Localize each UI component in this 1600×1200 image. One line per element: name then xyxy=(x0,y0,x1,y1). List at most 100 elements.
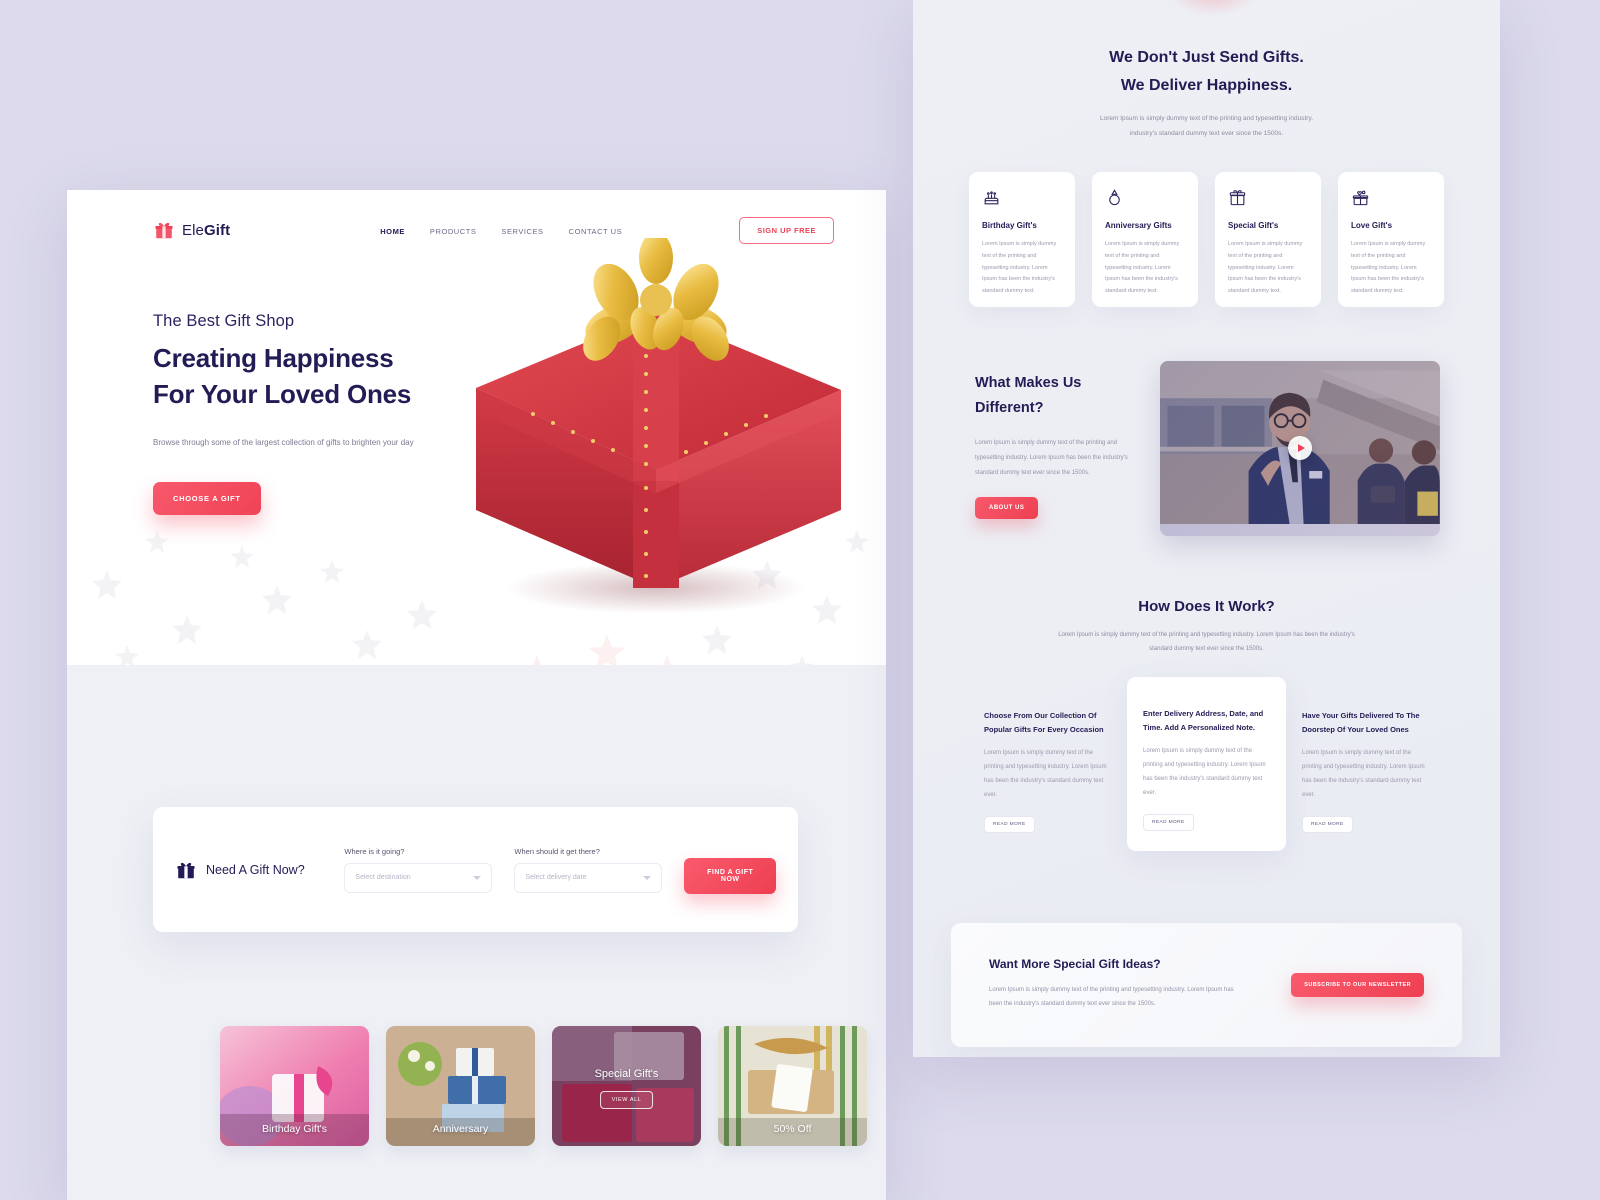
gift-search-bar: Need A Gift Now? Where is it going? Sele… xyxy=(153,807,798,932)
find-a-gift-now-button[interactable]: FIND A GIFT NOW xyxy=(684,858,776,894)
feature-card-birthday[interactable]: Birthday Gift's Lorem Ipsum is simply du… xyxy=(969,171,1075,307)
feature-body: Lorem Ipsum is simply dummy text of the … xyxy=(1351,240,1426,295)
play-button[interactable] xyxy=(1288,436,1313,461)
delivery-date-label: When should it get there? xyxy=(514,846,600,856)
section-lead-line-2: industry's standard dummy text ever sinc… xyxy=(1129,129,1284,137)
hero-subtitle: Browse through some of the largest colle… xyxy=(153,438,414,448)
step-card-delivered: Have Your Gifts Delivered To The Doorste… xyxy=(1286,693,1445,851)
delivery-date-select[interactable]: Select delivery date xyxy=(514,862,663,893)
category-label: Anniversary xyxy=(432,1123,489,1135)
how-it-works-title: How Does It Work? xyxy=(1138,597,1275,615)
step-card-delivery-details: Enter Delivery Address, Date, and Time. … xyxy=(1127,676,1286,851)
brand-logo[interactable]: EleGift xyxy=(153,219,230,241)
delivery-date-field: When should it get there? Select deliver… xyxy=(514,846,663,893)
step-card-choose: Choose From Our Collection Of Popular Gi… xyxy=(968,693,1127,851)
category-tiles: Birthday Gift's Anniversary Special Gift… xyxy=(220,1026,867,1146)
what-makes-us-different-section: What Makes Us Different? Lorem Ipsum is … xyxy=(913,360,1500,536)
nav-link-contact-us[interactable]: CONTACT US xyxy=(569,225,623,236)
step-title: Have Your Gifts Delivered To The Doorste… xyxy=(1302,710,1420,734)
birthday-cake-icon xyxy=(982,188,1062,212)
top-navigation: EleGift HOME PRODUCTS SERVICES CONTACT U… xyxy=(67,190,886,252)
special-gifts-thumbnail xyxy=(552,1026,701,1146)
destination-label: Where is it going? xyxy=(344,846,405,856)
about-us-button[interactable]: ABOUT US xyxy=(975,496,1039,519)
section-title-line-2: We Deliver Happiness. xyxy=(1120,77,1293,94)
feature-body: Lorem Ipsum is simply dummy text of the … xyxy=(982,240,1057,295)
hero-title: Creating Happiness For Your Loved Ones xyxy=(153,341,483,412)
section-lead-line-1: Lorem Ipsum is simply dummy text of the … xyxy=(1099,115,1314,122)
about-video-thumbnail[interactable] xyxy=(1160,360,1440,536)
sign-up-free-button[interactable]: SIGN UP FREE xyxy=(739,216,834,244)
feature-cards: Birthday Gift's Lorem Ipsum is simply du… xyxy=(913,171,1500,307)
newsletter-body: Lorem Ipsum is simply dummy text of the … xyxy=(989,987,1234,1008)
how-it-works-lead-line-1: Lorem Ipsum is simply dummy text of the … xyxy=(1058,631,1355,638)
long-page-mockup: We Don't Just Send Gifts. We Deliver Hap… xyxy=(913,0,1500,1057)
gift-icon xyxy=(153,219,175,241)
feature-body: Lorem Ipsum is simply dummy text of the … xyxy=(1228,240,1303,295)
screenshot-canvas: EleGift HOME PRODUCTS SERVICES CONTACT U… xyxy=(0,0,1600,1200)
category-tile-birthday[interactable]: Birthday Gift's xyxy=(220,1026,369,1146)
feature-card-anniversary[interactable]: Anniversary Gifts Lorem Ipsum is simply … xyxy=(1092,171,1198,307)
step-title: Enter Delivery Address, Date, and Time. … xyxy=(1143,708,1264,732)
feature-card-love[interactable]: Love Gift's Lorem Ipsum is simply dummy … xyxy=(1338,171,1444,307)
read-more-button[interactable]: READ MORE xyxy=(1302,815,1353,833)
nav-links: HOME PRODUCTS SERVICES CONTACT US xyxy=(380,225,622,236)
step-title: Choose From Our Collection Of Popular Gi… xyxy=(984,710,1104,734)
category-tile-anniversary[interactable]: Anniversary xyxy=(386,1026,535,1146)
page-footer: EleGift © Copyright 2020. Powered by WPD… xyxy=(913,1047,1500,1057)
hero-title-line-1: Creating Happiness xyxy=(153,343,394,373)
need-a-gift-label: Need A Gift Now? xyxy=(206,862,305,877)
how-it-works-lead: Lorem Ipsum is simply dummy text of the … xyxy=(913,628,1500,657)
category-label: 50% Off xyxy=(773,1123,812,1135)
delivery-date-placeholder: Select delivery date xyxy=(525,874,587,881)
feature-title: Love Gift's xyxy=(1351,220,1393,230)
feature-body: Lorem Ipsum is simply dummy text of the … xyxy=(1105,240,1180,295)
section-title-line-1: We Don't Just Send Gifts. xyxy=(1109,49,1304,66)
category-tile-discount[interactable]: 50% Off xyxy=(718,1026,867,1146)
category-label: Birthday Gift's xyxy=(261,1123,328,1135)
hero-copy: The Best Gift Shop Creating Happiness Fo… xyxy=(153,312,483,516)
destination-placeholder: Select destination xyxy=(355,874,411,881)
read-more-button[interactable]: READ MORE xyxy=(984,815,1035,833)
section-title-happiness: We Don't Just Send Gifts. We Deliver Hap… xyxy=(913,44,1500,100)
newsletter-banner: Want More Special Gift Ideas? Lorem Ipsu… xyxy=(951,922,1462,1047)
different-copy: What Makes Us Different? Lorem Ipsum is … xyxy=(975,361,1138,536)
play-icon xyxy=(1297,444,1305,453)
subscribe-newsletter-button[interactable]: SUBSCRIBE TO OUR NEWSLETTER xyxy=(1291,972,1424,997)
brand-name: EleGift xyxy=(182,222,230,239)
decorative-glow xyxy=(1168,0,1258,16)
feature-title: Birthday Gift's xyxy=(982,220,1037,230)
destination-select[interactable]: Select destination xyxy=(344,862,493,893)
nav-link-home[interactable]: HOME xyxy=(380,225,405,236)
ring-icon xyxy=(1105,188,1185,212)
different-title-line-2: Different? xyxy=(975,399,1044,416)
step-body: Lorem Ipsum is simply dummy text of the … xyxy=(1302,750,1425,798)
feature-title: Special Gift's xyxy=(1228,220,1279,230)
brand-name-bold: Gift xyxy=(203,221,231,239)
nav-link-services[interactable]: SERVICES xyxy=(501,225,543,236)
feature-card-special[interactable]: Special Gift's Lorem Ipsum is simply dum… xyxy=(1215,171,1321,307)
brand-name-light: Ele xyxy=(182,221,204,239)
how-it-works-steps: Choose From Our Collection Of Popular Gi… xyxy=(913,676,1500,851)
how-it-works-lead-line-2: standard dummy text ever since the 1500s… xyxy=(1149,646,1264,653)
step-body: Lorem Ipsum is simply dummy text of the … xyxy=(1143,748,1266,796)
section-lead-happiness: Lorem Ipsum is simply dummy text of the … xyxy=(913,112,1500,142)
feature-title: Anniversary Gifts xyxy=(1105,220,1172,230)
love-gift-icon xyxy=(1351,188,1431,212)
newsletter-title: Want More Special Gift Ideas? xyxy=(989,957,1161,972)
choose-a-gift-button[interactable]: CHOOSE A GIFT xyxy=(153,482,261,516)
desktop-mockup-home: EleGift HOME PRODUCTS SERVICES CONTACT U… xyxy=(67,190,886,1200)
destination-field: Where is it going? Select destination xyxy=(344,846,493,893)
nav-link-products[interactable]: PRODUCTS xyxy=(430,225,477,236)
read-more-button[interactable]: READ MORE xyxy=(1143,813,1194,831)
newsletter-copy: Want More Special Gift Ideas? Lorem Ipsu… xyxy=(989,957,1244,1012)
hero-title-line-2: For Your Loved Ones xyxy=(153,378,412,409)
different-title: What Makes Us Different? xyxy=(975,371,1138,421)
different-body: Lorem Ipsum is simply dummy text of the … xyxy=(975,439,1128,476)
hero-eyebrow: The Best Gift Shop xyxy=(153,312,295,330)
hero-gift-box-image xyxy=(441,232,871,638)
chevron-down-icon xyxy=(473,875,482,880)
category-tile-special[interactable]: Special Gift's VIEW ALL xyxy=(552,1026,701,1146)
chevron-down-icon xyxy=(643,875,652,880)
view-all-button[interactable]: VIEW ALL xyxy=(599,1091,654,1109)
